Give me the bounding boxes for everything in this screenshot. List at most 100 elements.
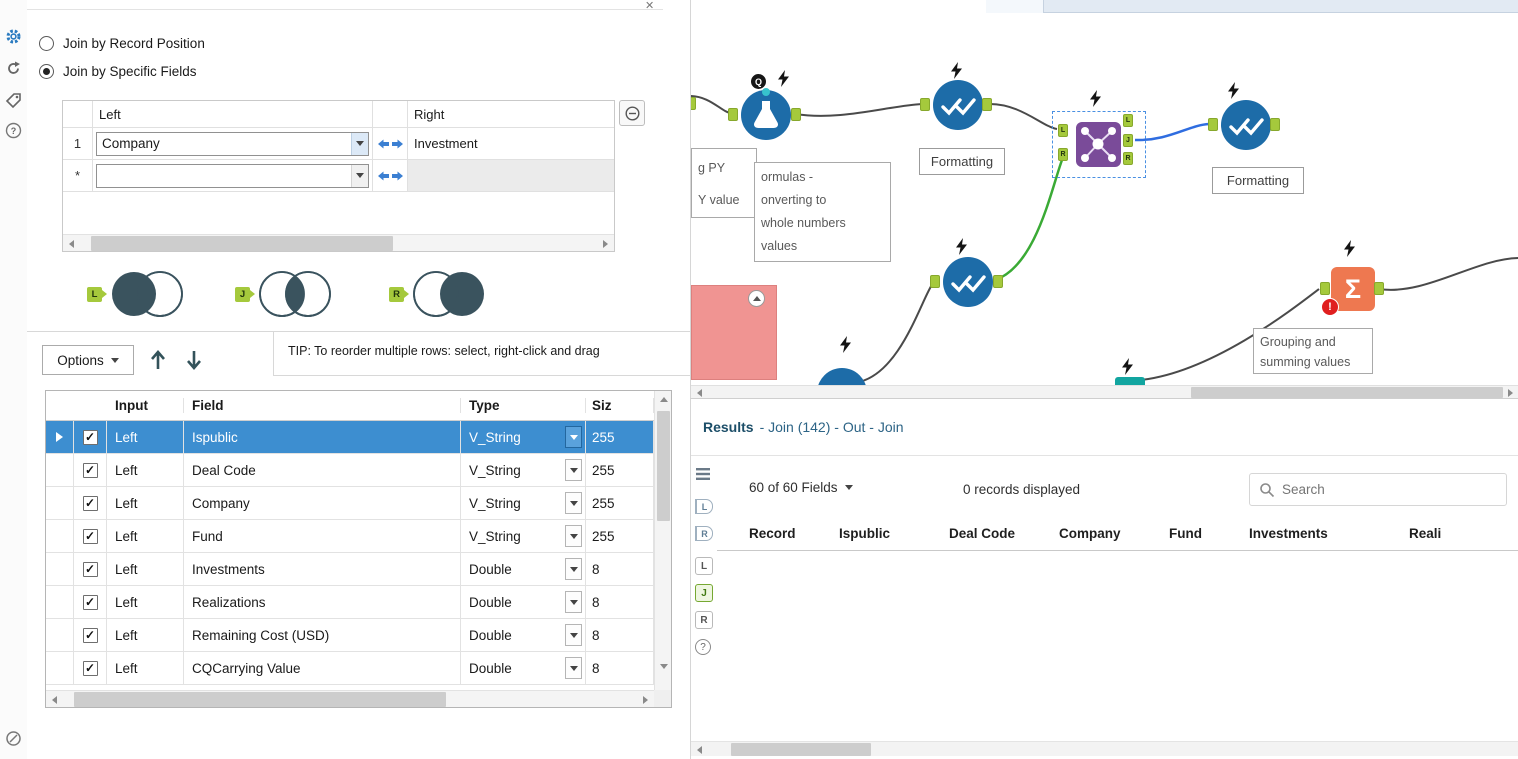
row-selector[interactable]: [46, 586, 74, 618]
wire-summarize-out[interactable]: [1379, 258, 1518, 290]
options-button[interactable]: Options: [42, 345, 134, 375]
formatting-tool-2[interactable]: [1221, 100, 1271, 150]
field-row[interactable]: ✓ Left Investments Double 8: [46, 553, 671, 586]
output-right-button[interactable]: R: [695, 611, 713, 629]
type-cell[interactable]: Double: [461, 586, 586, 618]
help-icon[interactable]: ?: [5, 122, 22, 139]
refresh-icon[interactable]: [5, 60, 22, 77]
annotation-box[interactable]: ormulas - onverting to whole numbers val…: [754, 162, 891, 262]
scrollbar-thumb[interactable]: [1191, 387, 1503, 398]
join-by-fields-option[interactable]: Join by Specific Fields: [39, 61, 197, 81]
formatting1-input-anchor[interactable]: [920, 98, 930, 111]
remove-row-button[interactable]: [619, 100, 645, 126]
type-cell[interactable]: Double: [461, 652, 586, 684]
row-selector[interactable]: [46, 652, 74, 684]
column-header[interactable]: Ispublic: [839, 526, 949, 541]
formatting2-input-anchor[interactable]: [1208, 118, 1218, 131]
column-header[interactable]: Reali: [1409, 526, 1518, 541]
offscreen-output-anchor[interactable]: [690, 97, 696, 110]
radio-selected-icon[interactable]: [39, 64, 54, 79]
field-row[interactable]: ✓ Left Remaining Cost (USD) Double 8: [46, 619, 671, 652]
left-field-dropdown[interactable]: Company: [96, 132, 369, 156]
tool-annotation-label[interactable]: Formatting: [919, 148, 1005, 175]
status-circle-icon[interactable]: [5, 730, 22, 747]
field-checkbox[interactable]: ✓: [83, 496, 98, 511]
scrollbar-thumb[interactable]: [91, 236, 393, 251]
join-input-left-anchor[interactable]: L: [1058, 124, 1068, 137]
collapse-container-button[interactable]: [748, 290, 765, 307]
row-selector[interactable]: [46, 553, 74, 585]
fields-dropdown[interactable]: 60 of 60 Fields: [749, 477, 853, 497]
radio-unselected-icon[interactable]: [39, 36, 54, 51]
annotation-box[interactable]: g PY Y value: [691, 148, 757, 218]
field-row[interactable]: ✓ Left Fund V_String 255: [46, 520, 671, 553]
row-selector[interactable]: [46, 619, 74, 651]
gear-icon[interactable]: [5, 28, 22, 45]
size-column-header[interactable]: Siz: [586, 398, 654, 413]
formatting2-output-anchor[interactable]: [1270, 118, 1280, 131]
move-down-button[interactable]: [185, 348, 203, 372]
scroll-down-arrow[interactable]: [655, 658, 672, 675]
search-box[interactable]: [1249, 473, 1507, 506]
type-cell[interactable]: V_String: [461, 454, 586, 486]
row-selector[interactable]: [46, 421, 74, 453]
join-tool[interactable]: [1076, 122, 1121, 167]
type-dropdown-button[interactable]: [565, 525, 582, 547]
scrollbar-thumb[interactable]: [731, 743, 871, 756]
scroll-left-arrow[interactable]: [691, 386, 708, 398]
scroll-right-arrow[interactable]: [1502, 386, 1518, 398]
column-header[interactable]: Company: [1059, 526, 1169, 541]
wire-join-to-formatting2[interactable]: [1135, 124, 1209, 140]
field-checkbox[interactable]: ✓: [83, 463, 98, 478]
metadata-left-button[interactable]: L: [695, 499, 713, 514]
type-cell[interactable]: V_String: [461, 421, 586, 453]
field-row[interactable]: ✓ Left Realizations Double 8: [46, 586, 671, 619]
left-field-dropdown-empty[interactable]: [96, 164, 369, 188]
formatting1-output-anchor[interactable]: [982, 98, 992, 111]
close-icon[interactable]: ✕: [645, 0, 654, 12]
field-checkbox[interactable]: ✓: [83, 661, 98, 676]
field-checkbox[interactable]: ✓: [83, 562, 98, 577]
type-cell[interactable]: Double: [461, 619, 586, 651]
type-cell[interactable]: V_String: [461, 487, 586, 519]
summarize-input-anchor[interactable]: [1320, 282, 1330, 295]
scroll-right-arrow[interactable]: [597, 235, 614, 252]
row-selector[interactable]: [46, 520, 74, 552]
type-dropdown-button[interactable]: [565, 426, 582, 448]
type-column-header[interactable]: Type: [461, 398, 586, 413]
type-dropdown-button[interactable]: [565, 558, 582, 580]
wire-mid-to-join[interactable]: [995, 160, 1062, 280]
column-header[interactable]: Deal Code: [949, 526, 1059, 541]
move-up-button[interactable]: [149, 348, 167, 372]
row-selector[interactable]: [46, 487, 74, 519]
input-column-header[interactable]: Input: [107, 398, 184, 413]
scrollbar-thumb[interactable]: [657, 411, 670, 521]
field-row[interactable]: ✓ Left Deal Code V_String 255: [46, 454, 671, 487]
mid-tool-input-anchor[interactable]: [930, 275, 940, 288]
field-checkbox[interactable]: ✓: [83, 628, 98, 643]
search-input[interactable]: [1282, 482, 1482, 497]
field-row[interactable]: ✓ Left Company V_String 255: [46, 487, 671, 520]
help-icon[interactable]: ?: [695, 639, 711, 655]
container-box[interactable]: [691, 285, 777, 380]
join-input-right-anchor[interactable]: R: [1058, 148, 1068, 161]
browse-q-badge[interactable]: Q: [751, 74, 766, 89]
formula-output-anchor[interactable]: [791, 108, 801, 121]
scroll-left-arrow[interactable]: [691, 742, 708, 757]
join-output-left-anchor[interactable]: L: [1123, 114, 1133, 127]
scroll-left-arrow[interactable]: [46, 691, 63, 708]
right-field-value[interactable]: Investment: [408, 128, 614, 159]
column-header[interactable]: Fund: [1169, 526, 1249, 541]
type-dropdown-button[interactable]: [565, 624, 582, 646]
type-dropdown-button[interactable]: [565, 657, 582, 679]
output-left-button[interactable]: L: [695, 557, 713, 575]
type-dropdown-button[interactable]: [565, 492, 582, 514]
results-hscrollbar[interactable]: [691, 741, 1518, 756]
type-cell[interactable]: V_String: [461, 520, 586, 552]
tool-annotation-label[interactable]: Formatting: [1212, 167, 1304, 194]
field-row[interactable]: ✓ Left Ispublic V_String 255: [46, 421, 671, 454]
wire-into-mid-tool[interactable]: [859, 283, 933, 382]
join-output-join-anchor[interactable]: J: [1123, 134, 1133, 147]
error-badge[interactable]: !: [1321, 298, 1339, 316]
grid-vscrollbar[interactable]: [654, 391, 671, 692]
